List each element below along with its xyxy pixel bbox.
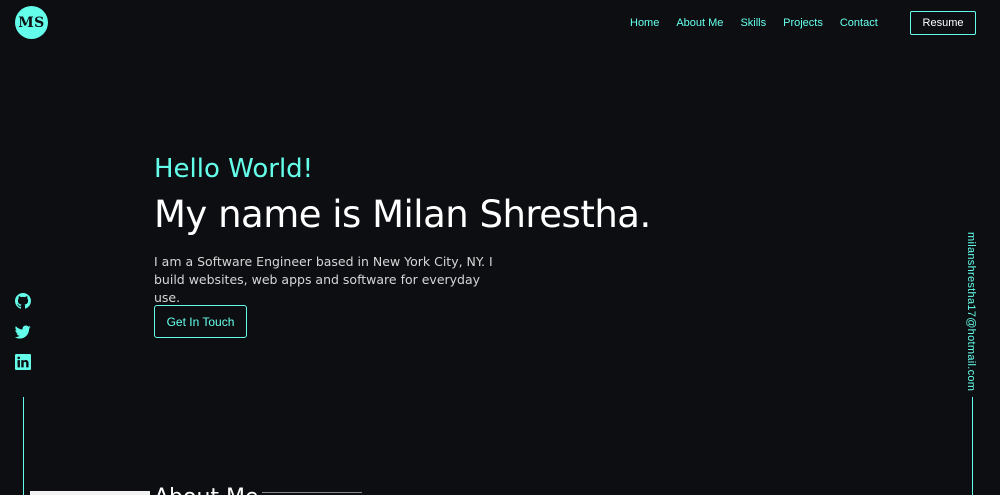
logo[interactable]: MS <box>15 6 48 39</box>
twitter-icon[interactable] <box>15 324 31 340</box>
resume-button[interactable]: Resume <box>910 11 976 35</box>
right-vertical-line <box>972 397 973 495</box>
hero-intro-line-2: build websites, web apps and software fo… <box>154 272 481 305</box>
nav-item-projects[interactable]: Projects <box>783 17 823 29</box>
get-in-touch-button[interactable]: Get In Touch <box>154 305 247 338</box>
github-icon[interactable] <box>15 293 31 309</box>
bottom-strip <box>30 491 150 495</box>
left-vertical-line <box>23 397 24 495</box>
hero-intro-line-1: I am a Software Engineer based in New Yo… <box>154 254 493 269</box>
about-section-title-peek: About Me <box>154 484 259 495</box>
nav-item-home[interactable]: Home <box>630 17 659 29</box>
hero-greeting: Hello World! <box>154 154 314 184</box>
hero-headline: My name is Milan Shrestha. <box>154 193 651 236</box>
nav-item-skills[interactable]: Skills <box>740 17 766 29</box>
main-nav: Home About Me Skills Projects Contact <box>630 17 895 29</box>
side-email-container: milanshrestha17@hotmail.com <box>965 232 981 391</box>
nav-item-contact[interactable]: Contact <box>840 17 878 29</box>
about-section-divider <box>262 492 362 493</box>
nav-item-about-me[interactable]: About Me <box>676 17 723 29</box>
linkedin-icon[interactable] <box>15 354 31 370</box>
side-email-link[interactable]: milanshrestha17@hotmail.com <box>965 232 977 391</box>
hero-intro: I am a Software Engineer based in New Yo… <box>154 253 499 307</box>
